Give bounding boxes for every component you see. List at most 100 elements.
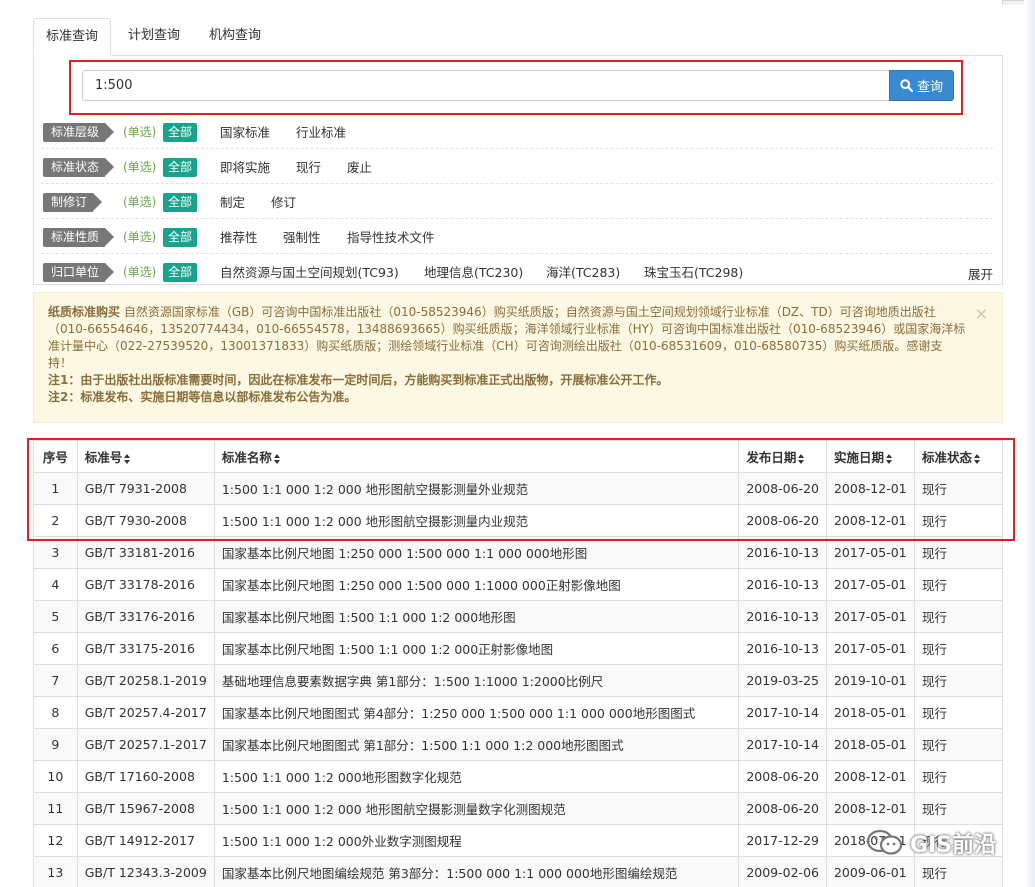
table-row[interactable]: 5 GB/T 33176-2016 国家基本比例尺地图 1:500 1:1 000 …	[33, 600, 1004, 633]
filter-option[interactable]: 自然资源与国土空间规划(TC93)	[220, 264, 399, 281]
tab-org-query[interactable]: 机构查询	[196, 18, 274, 56]
filter-all-option[interactable]: 全部	[163, 228, 198, 247]
filter-label: 标准层级	[43, 123, 115, 142]
cell-std-name[interactable]: 国家基本比例尺地图 1:500 1:1 000 1:2 000正射影像地图	[213, 632, 740, 665]
table-row[interactable]: 3 GB/T 33181-2016 国家基本比例尺地图 1:250 000 1:50…	[33, 536, 1004, 569]
cell-std-no: GB/T 20258.1-2019	[76, 664, 215, 697]
table-header-row: 序号 标准号 标准名称 发布日期 实施日期 标准状态	[33, 440, 1004, 473]
table-row[interactable]: 1 GB/T 7931-2008 1:500 1:1 000 1:2 000 地形图…	[33, 472, 1004, 505]
filter-row-level: 标准层级 (单选) 全部 国家标准 行业标准	[41, 114, 993, 149]
cell-status: 现行	[913, 760, 1004, 793]
cell-index: 9	[33, 728, 78, 761]
table-row[interactable]: 2 GB/T 7930-2008 1:500 1:1 000 1:2 000 地形图…	[33, 504, 1004, 537]
cell-release-date: 2008-06-20	[738, 792, 827, 825]
filter-option[interactable]: 修订	[271, 194, 296, 211]
cell-status: 现行	[913, 504, 1004, 537]
filter-all-option[interactable]: 全部	[163, 158, 198, 177]
table-row[interactable]: 10 GB/T 17160-2008 1:500 1:1 000 1:2 000地形…	[33, 760, 1004, 793]
filter-mode: (单选)	[123, 230, 157, 244]
filter-all-option[interactable]: 全部	[163, 123, 198, 142]
cell-std-name[interactable]: 国家基本比例尺地图图式 第1部分：1:500 1:1 000 1:2 000地形…	[213, 728, 740, 761]
filter-label: 归口单位	[43, 263, 115, 282]
table-row[interactable]: 12 GB/T 14912-2017 1:500 1:1 000 1:2 000外业…	[33, 824, 1004, 857]
cell-status: 现行	[913, 856, 1004, 887]
filter-row-nature: 标准性质 (单选) 全部 推荐性 强制性 指导性技术文件	[41, 219, 993, 254]
cell-release-date: 2016-10-13	[738, 632, 827, 665]
cell-index: 4	[33, 568, 78, 601]
cell-status: 现行	[913, 696, 1004, 729]
search-input[interactable]	[82, 70, 890, 101]
filter-option[interactable]: 现行	[296, 159, 321, 176]
filter-label: 制修订	[43, 193, 103, 212]
filter-label: 标准性质	[43, 228, 115, 247]
expand-link[interactable]: 展开	[968, 264, 993, 283]
col-header-release-date[interactable]: 发布日期	[738, 440, 827, 473]
tab-standard-query[interactable]: 标准查询	[33, 18, 111, 56]
table-row[interactable]: 11 GB/T 15967-2008 1:500 1:1 000 1:2 000 地…	[33, 792, 1004, 825]
filter-option[interactable]: 行业标准	[296, 124, 346, 141]
cell-index: 7	[33, 664, 78, 697]
cell-std-name[interactable]: 国家基本比例尺地图 1:500 1:1 000 1:2 000地形图	[213, 600, 740, 633]
cell-impl-date: 2017-05-01	[825, 632, 915, 665]
filter-option[interactable]: 海洋(TC283)	[546, 264, 620, 281]
window-edge	[1024, 0, 1035, 887]
cell-std-no: GB/T 12343.3-2009	[76, 856, 215, 887]
table-row[interactable]: 9 GB/T 20257.1-2017 国家基本比例尺地图图式 第1部分：1:500…	[33, 728, 1004, 761]
cell-std-name[interactable]: 国家基本比例尺地图图式 第4部分：1:250 000 1:500 000 1:1…	[213, 696, 740, 729]
watermark-text: GIS前沿	[910, 833, 997, 858]
filter-option[interactable]: 强制性	[283, 229, 321, 246]
cell-std-name[interactable]: 1:500 1:1 000 1:2 000地形图数字化规范	[213, 760, 740, 793]
cell-release-date: 2016-10-13	[738, 536, 827, 569]
sort-icon	[124, 453, 131, 464]
tab-plan-query[interactable]: 计划查询	[115, 18, 193, 56]
filter-all-option[interactable]: 全部	[163, 193, 198, 212]
filter-option[interactable]: 推荐性	[220, 229, 258, 246]
cell-index: 12	[33, 824, 78, 857]
search-button[interactable]: 查询	[889, 70, 954, 101]
cell-std-no: GB/T 14912-2017	[76, 824, 215, 857]
filter-option[interactable]: 即将实施	[220, 159, 270, 176]
filter-option[interactable]: 废止	[347, 159, 372, 176]
filter-option[interactable]: 国家标准	[220, 124, 270, 141]
col-header-std-name[interactable]: 标准名称	[213, 440, 740, 473]
cell-std-name[interactable]: 基础地理信息要素数据字典 第1部分：1:500 1:1000 1:2000比例尺	[213, 664, 740, 697]
cell-std-no: GB/T 20257.4-2017	[76, 696, 215, 729]
cell-status: 现行	[913, 792, 1004, 825]
col-header-impl-date[interactable]: 实施日期	[825, 440, 915, 473]
cell-impl-date: 2019-10-01	[825, 664, 915, 697]
cell-index: 1	[33, 472, 78, 505]
filter-option[interactable]: 指导性技术文件	[347, 229, 435, 246]
cell-std-name[interactable]: 1:500 1:1 000 1:2 000 地形图航空摄影测量内业规范	[213, 504, 740, 537]
cell-std-name[interactable]: 1:500 1:1 000 1:2 000 地形图航空摄影测量数字化测图规范	[213, 792, 740, 825]
cell-std-name[interactable]: 国家基本比例尺地图 1:250 000 1:500 000 1:1 000 00…	[213, 536, 740, 569]
cell-std-name[interactable]: 国家基本比例尺地图编绘规范 第3部分：1:500 000 1:1 000 000…	[213, 856, 740, 887]
cell-std-name[interactable]: 国家基本比例尺地图 1:250 000 1:500 000 1:1000 000…	[213, 568, 740, 601]
cell-status: 现行	[913, 536, 1004, 569]
filter-option[interactable]: 珠宝玉石(TC298)	[644, 264, 743, 281]
filter-option[interactable]: 制定	[220, 194, 245, 211]
col-header-std-no[interactable]: 标准号	[76, 440, 215, 473]
cell-std-name[interactable]: 1:500 1:1 000 1:2 000外业数字测图规程	[213, 824, 740, 857]
filter-option[interactable]: 地理信息(TC230)	[424, 264, 523, 281]
cell-status: 现行	[913, 664, 1004, 697]
cell-std-name[interactable]: 1:500 1:1 000 1:2 000 地形图航空摄影测量外业规范	[213, 472, 740, 505]
table-row[interactable]: 6 GB/T 33175-2016 国家基本比例尺地图 1:500 1:1 000 …	[33, 632, 1004, 665]
filter-mode: (单选)	[123, 160, 157, 174]
notice-note-2: 注2：标准发布、实施日期等信息以部标准发布公告为准。	[48, 390, 357, 404]
table-row[interactable]: 8 GB/T 20257.4-2017 国家基本比例尺地图图式 第4部分：1:250…	[33, 696, 1004, 729]
close-icon[interactable]: ×	[975, 305, 988, 322]
table-row[interactable]: 7 GB/T 20258.1-2019 基础地理信息要素数据字典 第1部分：1:50…	[33, 664, 1004, 697]
table-row[interactable]: 13 GB/T 12343.3-2009 国家基本比例尺地图编绘规范 第3部分：1:…	[33, 856, 1004, 887]
cell-status: 现行	[913, 728, 1004, 761]
col-header-status[interactable]: 标准状态	[913, 440, 1004, 473]
cell-std-no: GB/T 33181-2016	[76, 536, 215, 569]
cell-impl-date: 2018-05-01	[825, 728, 915, 761]
query-tabs: 标准查询 计划查询 机构查询	[33, 18, 1003, 56]
sort-icon	[886, 453, 893, 464]
cell-release-date: 2017-10-14	[738, 728, 827, 761]
watermark: GIS前沿	[866, 826, 996, 860]
filter-all-option[interactable]: 全部	[163, 263, 198, 282]
notice-paragraph: 纸质标准购买 自然资源国家标准（GB）可咨询中国标准出版社（010-585239…	[48, 304, 966, 372]
table-row[interactable]: 4 GB/T 33178-2016 国家基本比例尺地图 1:250 000 1:50…	[33, 568, 1004, 601]
sort-icon	[798, 453, 805, 464]
